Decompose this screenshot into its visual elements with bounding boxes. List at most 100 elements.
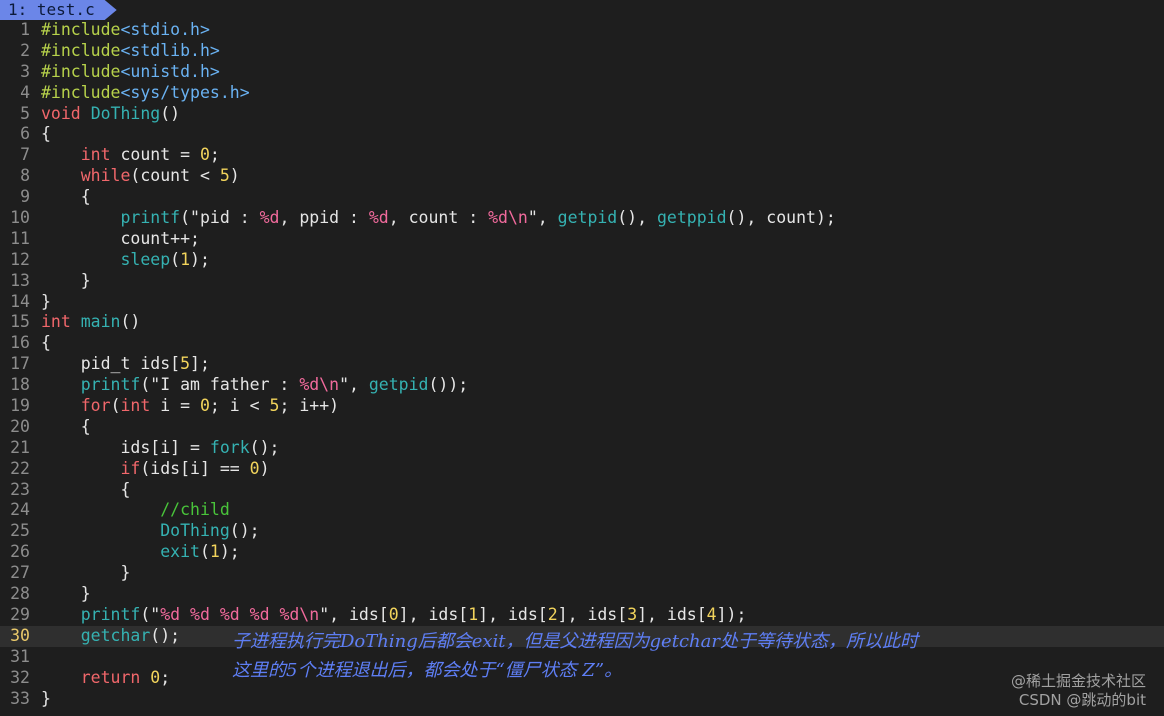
code-line[interactable]: 33} [0,689,1164,710]
code-line[interactable]: 26 exit(1); [0,542,1164,563]
code-token: } [41,688,51,708]
line-number: 24 [10,500,30,520]
code-token: <sys/types.h> [120,82,250,102]
line-number: 26 [10,542,30,562]
line-number: 33 [10,688,30,708]
line-number: 10 [10,208,30,228]
line-number: 9 [20,187,30,207]
code-line[interactable]: 15 int main() [0,312,1164,333]
code-line[interactable]: 24 //child [0,500,1164,521]
code-token: { [41,124,51,144]
code-line[interactable]: 28 } [0,584,1164,605]
code-line[interactable]: 19 for(int i = 0; i < 5; i++) [0,396,1164,417]
line-number: 3 [20,61,30,81]
code-token: { [41,333,51,353]
code-editor[interactable]: 1 #include<stdio.h> 2 #include<stdlib.h> 3 #i… [0,20,1164,709]
line-text: { [41,124,51,145]
code-token: ; i < [209,396,270,416]
line-text: { [41,480,130,501]
code-line[interactable]: 12 sleep(1); [0,250,1164,271]
code-line[interactable]: 23 { [0,480,1164,501]
code-token: 1 [209,542,220,562]
line-text: #include<sys/types.h> [41,83,250,104]
code-token: int [80,145,111,165]
code-line[interactable]: 18 printf("I am father : %d\n", getpid()… [0,375,1164,396]
code-token: 0 [199,145,210,165]
code-token: " [339,375,349,395]
code-token: %d %d %d %d %d\n [160,604,320,624]
code-token: } [41,270,91,290]
code-line[interactable]: 5 void DoThing() [0,104,1164,125]
code-token: #include [41,82,121,102]
code-token: #include [41,40,121,60]
code-token: ); [190,249,210,269]
annotation-text: 子进程执行完DoThing后都会exit，但是父进程因为getchar处于等待状… [232,627,918,685]
code-line[interactable]: 11 count++; [0,229,1164,250]
code-line[interactable]: 3 #include<unistd.h> [0,62,1164,83]
code-line[interactable]: 6{ [0,124,1164,145]
code-token: { [41,479,131,499]
code-token: %d\n [299,375,340,395]
code-line[interactable]: 25 DoThing(); [0,521,1164,542]
code-line[interactable]: 22 if(ids[i] == 0) [0,459,1164,480]
code-token: main [80,312,121,332]
code-token: pid_t ids[ [41,354,181,374]
code-token: ( [140,604,151,624]
code-token: 0 [388,604,399,624]
line-number: 1 [20,20,30,39]
line-text: printf("pid : %d, ppid : %d, count : %d\… [41,208,835,229]
code-line[interactable]: 27 } [0,563,1164,584]
code-line[interactable]: 29 printf("%d %d %d %d %d\n", ids[0], id… [0,605,1164,626]
code-line[interactable]: 21 ids[i] = fork(); [0,438,1164,459]
tab-test-c[interactable]: 1: test.c [0,0,117,20]
code-token: { [41,187,91,207]
line-number: 7 [20,145,30,165]
code-token: { [41,416,91,436]
code-token: } [41,563,131,583]
code-token: 2 [547,604,558,624]
code-token: (); [229,521,260,541]
code-line[interactable]: 4 #include<sys/types.h> [0,83,1164,104]
code-token: 1 [180,249,191,269]
code-line[interactable]: 16 { [0,333,1164,354]
code-token: ; [209,145,220,165]
code-line[interactable]: 10 printf("pid : %d, ppid : %d, count : … [0,208,1164,229]
code-token: //child [160,500,230,520]
code-token: (), [617,208,657,228]
code-token: ( [110,396,121,416]
code-line[interactable]: 9 { [0,187,1164,208]
code-line[interactable]: 1 #include<stdio.h> [0,20,1164,41]
code-token: " [527,208,538,228]
code-token: ids[i] = [41,437,210,457]
code-token: ; [160,667,171,687]
code-line[interactable]: 13 } [0,271,1164,292]
line-text: getchar(); [41,626,180,647]
code-token: " [150,604,161,624]
code-token: (); [249,437,280,457]
code-token: while [80,166,131,186]
line-text: count++; [41,229,199,250]
code-token: , ppid : [279,208,369,228]
annotation-line-1: 子进程执行完DoThing后都会exit，但是父进程因为getchar处于等待状… [232,631,918,652]
code-line[interactable]: 2 #include<stdlib.h> [0,41,1164,62]
code-line[interactable]: 8 while(count < 5) [0,166,1164,187]
code-token: (ids[i] == [140,458,250,478]
code-token: <stdio.h> [120,20,210,39]
code-line[interactable]: 17 pid_t ids[5]; [0,354,1164,375]
code-line[interactable]: 7 int count = 0; [0,145,1164,166]
line-number: 25 [10,521,30,541]
code-token: ( [199,542,210,562]
code-line[interactable]: 14} [0,292,1164,313]
code-token: ; i++) [279,396,340,416]
line-text: int main() [41,312,140,333]
line-text: { [41,333,51,354]
code-line[interactable]: 20 { [0,417,1164,438]
line-text: #include<stdio.h> [41,20,210,41]
code-token: int [41,312,71,332]
